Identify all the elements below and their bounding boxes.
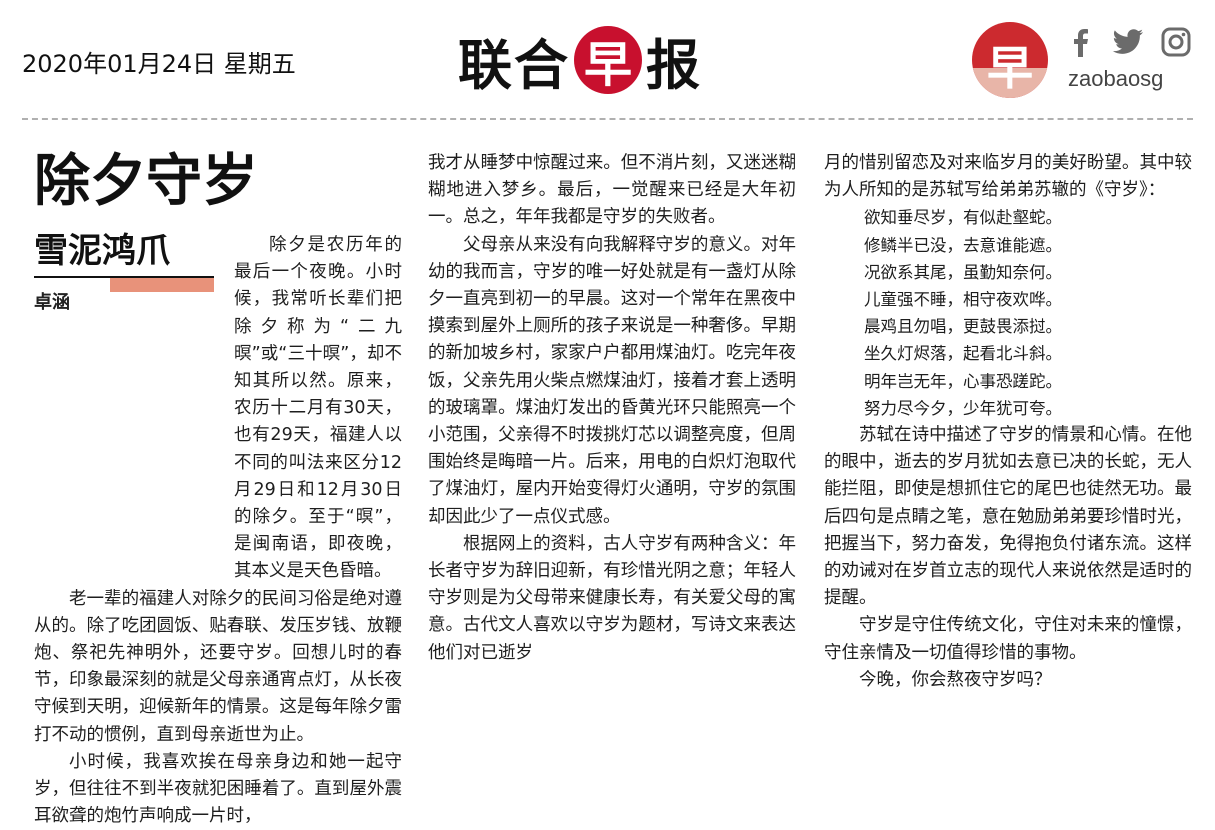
poem-line: 晨鸡且勿唱，更鼓畏添挝。	[864, 317, 1062, 337]
twitter-icon[interactable]	[1112, 26, 1144, 58]
masthead-text-left: 联合	[458, 32, 570, 97]
paragraph: 今晚，你会熬夜守岁吗？	[859, 669, 1052, 690]
article-column-2: 我才从睡梦中惊醒过来。但不消片刻，又迷迷糊糊地进入梦乡。最后，一觉醒来已经是大年…	[428, 150, 796, 667]
paragraph: 除夕是农历年的最后一个夜晚。小时候，我常听长辈们把除夕称为“二九暝”或“三十暝”…	[234, 235, 402, 582]
paragraph: 小时候，我喜欢挨在母亲身边和她一起守岁，但往往不到半夜就犯困睡着了。直到屋外震耳…	[34, 751, 402, 827]
masthead-circle: 早	[574, 26, 642, 94]
paragraph: 根据网上的资料，古人守岁有两种含义：年长者守岁为辞旧迎新，有珍惜光阴之意；年轻人…	[428, 533, 796, 663]
paragraph: 父母亲从来没有向我解释守岁的意义。对年幼的我而言，守岁的唯一好处就是有一盏灯从除…	[428, 234, 796, 527]
poem-line: 坐久灯烬落，起看北斗斜。	[864, 344, 1062, 364]
instagram-icon[interactable]	[1160, 26, 1192, 58]
article-title: 除夕守岁	[34, 149, 258, 214]
paragraph: 月的惜别留恋及对来临岁月的美好盼望。其中较为人所知的是苏轼写给弟弟苏辙的《守岁》…	[824, 153, 1192, 201]
facebook-icon[interactable]	[1064, 26, 1096, 58]
paragraph: 老一辈的福建人对除夕的民间习俗是绝对遵从的。除了吃团圆饭、贴春联、发压岁钱、放鞭…	[34, 588, 402, 745]
poem-line: 欲知垂尽岁，有似赴壑蛇。	[864, 208, 1062, 228]
poem-line: 修鳞半已没，去意谁能遮。	[864, 235, 1062, 255]
paragraph: 我才从睡梦中惊醒过来。但不消片刻，又迷迷糊糊地进入梦乡。最后，一觉醒来已经是大年…	[428, 153, 796, 228]
poem: 欲知垂尽岁，有似赴壑蛇。 修鳞半已没，去意谁能遮。 况欲系其尾，虽勤知奈何。 儿…	[824, 204, 1192, 422]
masthead-logo[interactable]: 联合 早 报	[458, 24, 702, 97]
poem-line: 况欲系其尾，虽勤知奈何。	[864, 262, 1062, 282]
header-divider	[22, 118, 1193, 120]
poem-line: 努力尽今夕，少年犹可夸。	[864, 398, 1062, 418]
masthead-circle-char: 早	[583, 37, 632, 93]
paragraph: 守岁是守住传统文化，守住对未来的憧憬，守住亲情及一切值得珍惜的事物。	[824, 615, 1192, 663]
masthead-text-right: 报	[646, 32, 702, 97]
paragraph: 苏轼在诗中描述了守岁的情景和心情。在他的眼中，逝去的岁月犹如去意已决的长蛇，无人…	[824, 425, 1192, 609]
poem-line: 明年岂无年，心事恐蹉跎。	[864, 371, 1062, 391]
article-column-3: 月的惜别留恋及对来临岁月的美好盼望。其中较为人所知的是苏轼写给弟弟苏辙的《守岁》…	[824, 150, 1192, 694]
poem-line: 儿童强不睡，相守夜欢哗。	[864, 290, 1062, 310]
article-column-1: 除夕是农历年的最后一个夜晚。小时候，我常听长辈们把除夕称为“二九暝”或“三十暝”…	[34, 232, 402, 830]
zaobao-logo-icon[interactable]: 早	[972, 22, 1048, 98]
social-handle[interactable]: zaobaosg	[1068, 66, 1163, 92]
social-links	[1064, 26, 1192, 58]
publication-date: 2020年01月24日 星期五	[22, 50, 296, 78]
logo-char: 早	[987, 41, 1033, 95]
